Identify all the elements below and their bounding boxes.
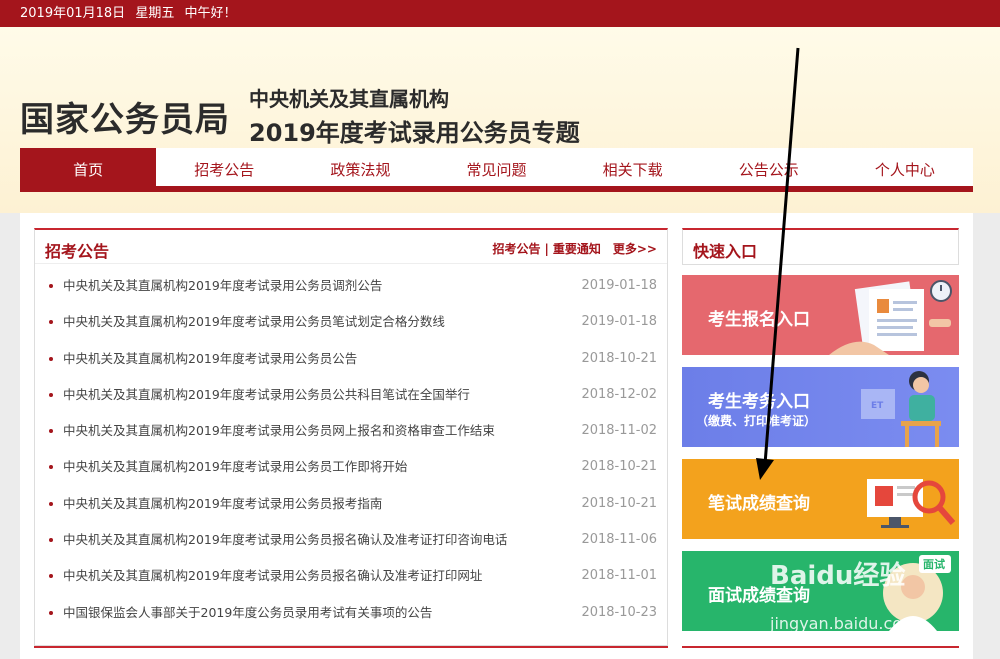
svg-text:ET: ET <box>871 401 884 411</box>
nav-recruitment-notice[interactable]: 招考公告 <box>156 148 292 186</box>
list-item[interactable]: 中央机关及其直属机构2019年度考试录用公务员调剂公告 2019-01-18 <box>35 268 667 304</box>
main-content: 招考公告 招考公告 | 重要通知 更多>> 中央机关及其直属机构2019年度考试录用公… <box>20 213 973 659</box>
header-subtitle-1: 中央机关及其直属机构 <box>249 87 449 111</box>
quick-entry-header: 快速入口 <box>682 228 959 265</box>
weekday: 星期五 <box>135 6 175 21</box>
more-link[interactable]: 更多>> <box>613 242 657 256</box>
item-title: 中央机关及其直属机构2019年度考试录用公务员调剂公告 <box>63 278 383 293</box>
nav-public-notice[interactable]: 公告公示 <box>701 148 837 186</box>
bullet-icon <box>49 429 53 434</box>
header-subtitle-2: 2019年度考试录用公务员专题 <box>249 119 580 147</box>
announcement-panel-links: 招考公告 | 重要通知 更多>> <box>492 240 657 257</box>
item-date: 2018-11-02 <box>581 423 657 439</box>
list-item[interactable]: 中央机关及其直属机构2019年度考试录用公务员报名确认及准考证打印咨询电话 201… <box>35 522 667 558</box>
nav-home[interactable]: 首页 <box>20 148 157 186</box>
item-title: 中央机关及其直属机构2019年度考试录用公务员公共科目笔试在全国举行 <box>63 386 470 402</box>
item-date: 2018-11-01 <box>581 568 657 584</box>
announcement-list: 中央机关及其直属机构2019年度考试录用公务员调剂公告 2019-01-18 中央… <box>35 264 667 631</box>
bullet-icon <box>49 284 53 288</box>
item-title: 中央机关及其直属机构2019年度考试录用公务员报考指南 <box>63 495 383 511</box>
next-panel-top-edge <box>34 646 668 659</box>
registration-form-icon <box>829 280 952 355</box>
quick-entry-title: 快速入口 <box>693 242 758 261</box>
item-title: 中央机关及其直属机构2019年度考试录用公务员公告 <box>63 350 358 366</box>
item-date: 2018-10-21 <box>581 495 657 511</box>
list-item[interactable]: 中央机关及其直属机构2019年度考试录用公务员公共科目笔试在全国举行 2018-1… <box>35 377 667 413</box>
person-at-computer-icon: ET <box>861 371 941 447</box>
watermark-url: jingyan.baidu.com <box>770 614 918 633</box>
bullet-icon <box>49 392 53 397</box>
nav-downloads[interactable]: 相关下载 <box>565 148 701 186</box>
exam-affairs-entry-label: 考生考务入口 <box>708 392 810 412</box>
bullet-icon <box>49 538 53 543</box>
item-date: 2018-11-06 <box>581 532 657 548</box>
item-title: 中央机关及其直属机构2019年度考试录用公务员报名确认及准考证打印咨询电话 <box>63 532 508 548</box>
bullet-icon <box>49 610 53 615</box>
greeting: 中午好！ <box>184 6 237 21</box>
item-date: 2018-12-02 <box>581 386 657 402</box>
item-date: 2018-10-21 <box>581 459 657 475</box>
item-date: 2018-10-23 <box>581 604 657 620</box>
nav-policy[interactable]: 政策法规 <box>292 148 428 186</box>
current-date: 2019年01月18日 <box>20 6 126 21</box>
list-item[interactable]: 中央机关及其直属机构2019年度考试录用公务员报名确认及准考证打印网址 2018-… <box>35 558 667 594</box>
bullet-icon <box>49 320 53 325</box>
item-title: 中国银保监会人事部关于2019年度公务员录用考试有关事项的公告 <box>63 604 433 620</box>
written-score-query-button[interactable]: 笔试成绩查询 <box>682 459 959 539</box>
link-separator: | <box>544 242 549 256</box>
list-item[interactable]: 中央机关及其直属机构2019年度考试录用公务员公告 2018-10-21 <box>35 341 667 377</box>
link-recruitment-notice[interactable]: 招考公告 <box>492 242 540 256</box>
list-item[interactable]: 中央机关及其直属机构2019年度考试录用公务员笔试划定合格分数线 2019-01-… <box>35 304 667 340</box>
announcement-panel: 招考公告 招考公告 | 重要通知 更多>> 中央机关及其直属机构2019年度考试录用公… <box>34 228 668 646</box>
item-title: 中央机关及其直属机构2019年度考试录用公务员笔试划定合格分数线 <box>63 314 445 330</box>
item-title: 中央机关及其直属机构2019年度考试录用公务员网上报名和资格审查工作结束 <box>63 423 495 439</box>
exam-affairs-entry-button[interactable]: 考生考务入口 （缴费、打印准考证） ET <box>682 367 959 447</box>
item-date: 2019-01-18 <box>581 314 657 330</box>
nav-personal-center[interactable]: 个人中心 <box>837 148 973 186</box>
bullet-icon <box>49 574 53 579</box>
next-side-panel-top-edge <box>682 646 959 659</box>
written-score-query-label: 笔试成绩查询 <box>708 494 810 514</box>
register-entry-label: 考生报名入口 <box>708 310 810 330</box>
announcement-panel-header: 招考公告 招考公告 | 重要通知 更多>> <box>35 230 667 264</box>
bullet-icon <box>49 501 53 506</box>
list-item[interactable]: 中央机关及其直属机构2019年度考试录用公务员工作即将开始 2018-10-21 <box>35 449 667 485</box>
item-title: 中央机关及其直属机构2019年度考试录用公务员工作即将开始 <box>63 459 408 475</box>
watermark-logo: Baidu经验 <box>770 561 906 591</box>
site-logo[interactable]: 国家公务员局 <box>20 92 230 141</box>
main-nav: 首页 招考公告 政策法规 常见问题 相关下载 公告公示 个人中心 <box>20 148 973 192</box>
item-date: 2018-10-21 <box>581 350 657 366</box>
announcement-panel-title: 招考公告 <box>45 242 110 261</box>
top-info-bar: 2019年01月18日 星期五 中午好！ <box>0 0 1000 27</box>
bullet-icon <box>49 356 53 361</box>
list-item[interactable]: 中央机关及其直属机构2019年度考试录用公务员网上报名和资格审查工作结束 2018… <box>35 413 667 449</box>
item-title: 中央机关及其直属机构2019年度考试录用公务员报名确认及准考证打印网址 <box>63 568 483 584</box>
exam-affairs-entry-sublabel: （缴费、打印准考证） <box>696 414 817 428</box>
list-item[interactable]: 中国银保监会人事部关于2019年度公务员录用考试有关事项的公告 2018-10-2… <box>35 595 667 631</box>
item-date: 2019-01-18 <box>581 278 657 293</box>
list-item[interactable]: 中央机关及其直属机构2019年度考试录用公务员报考指南 2018-10-21 <box>35 486 667 522</box>
monitor-magnifier-icon <box>867 479 956 528</box>
link-important-notice[interactable]: 重要通知 <box>553 242 601 256</box>
interview-tag: 面试 <box>923 557 945 571</box>
register-entry-button[interactable]: 考生报名入口 <box>682 275 959 355</box>
bullet-icon <box>49 465 53 470</box>
nav-faq[interactable]: 常见问题 <box>428 148 564 186</box>
